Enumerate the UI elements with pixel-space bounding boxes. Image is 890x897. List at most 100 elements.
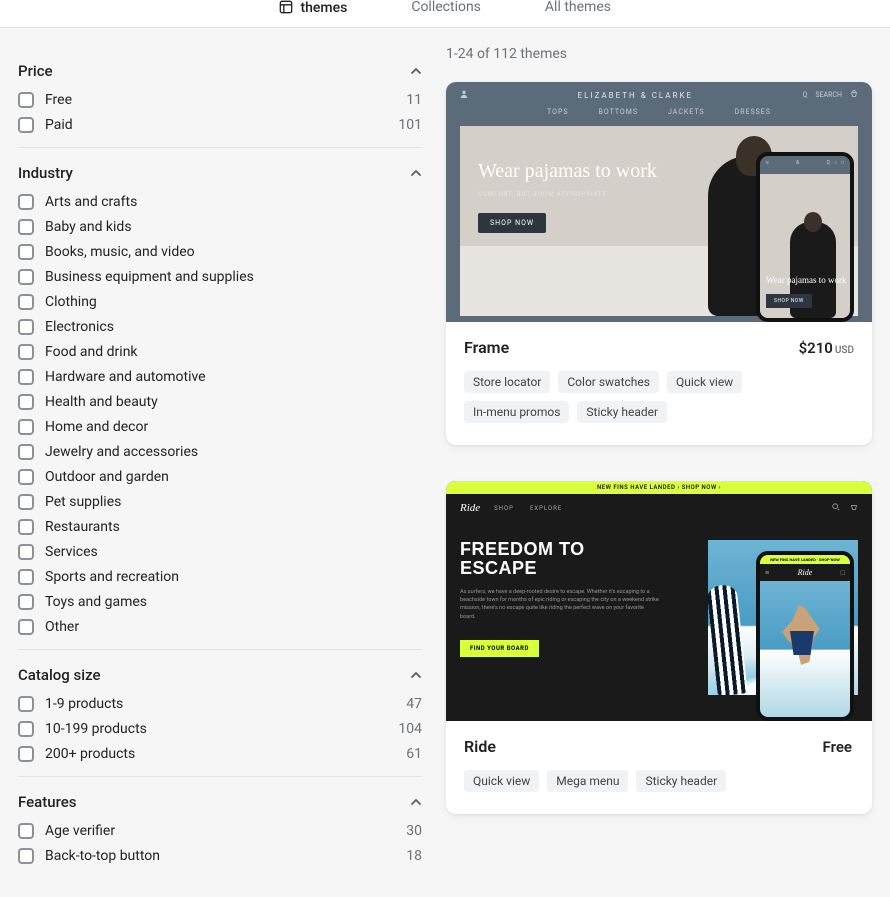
- nav-themes-label: themes: [300, 0, 347, 16]
- preview-banner: NEW FINS HAVE LANDED › SHOP NOW ›: [446, 481, 872, 494]
- filter-option[interactable]: Food and drink: [18, 344, 422, 360]
- nav-all-themes[interactable]: All themes: [545, 0, 611, 14]
- checkbox[interactable]: [18, 92, 34, 108]
- theme-preview-ride: NEW FINS HAVE LANDED › SHOP NOW › Ride S…: [446, 481, 872, 721]
- preview-mobile: ≡ & Q○□ Wear pajamas to work SHOP NOW: [756, 152, 854, 322]
- theme-tag: Quick view: [667, 371, 742, 393]
- checkbox[interactable]: [18, 244, 34, 260]
- filter-option-label: Electronics: [45, 319, 114, 335]
- theme-card-ride[interactable]: NEW FINS HAVE LANDED › SHOP NOW › Ride S…: [446, 481, 872, 814]
- checkbox[interactable]: [18, 469, 34, 485]
- filter-option-label: 200+ products: [45, 746, 135, 762]
- checkbox[interactable]: [18, 594, 34, 610]
- checkbox[interactable]: [18, 544, 34, 560]
- preview-menu-item: EXPLORE: [530, 505, 562, 512]
- checkbox[interactable]: [18, 369, 34, 385]
- theme-tag: Mega menu: [547, 770, 628, 792]
- checkbox[interactable]: [18, 519, 34, 535]
- filter-option-label: Baby and kids: [45, 219, 132, 235]
- preview-mobile: NEW FINS HAVE LANDED · SHOP NOW ≡ Ride □: [756, 551, 854, 721]
- filter-option[interactable]: Toys and games: [18, 594, 422, 610]
- filter-option-count: 47: [406, 696, 422, 712]
- filter-option-label: Food and drink: [45, 344, 138, 360]
- checkbox[interactable]: [18, 394, 34, 410]
- filter-section-features: Features Age verifier30 Back-to-top butto…: [18, 777, 422, 878]
- person-icon: [460, 90, 468, 100]
- filter-option[interactable]: Services: [18, 544, 422, 560]
- filter-option[interactable]: Arts and crafts: [18, 194, 422, 210]
- filter-option[interactable]: Free11: [18, 92, 422, 108]
- search-icon: [832, 503, 840, 513]
- filter-option[interactable]: Electronics: [18, 319, 422, 335]
- theme-name: Frame: [464, 338, 509, 357]
- checkbox[interactable]: [18, 117, 34, 133]
- cart-icon: [850, 503, 858, 513]
- checkbox[interactable]: [18, 319, 34, 335]
- top-nav: themes Collections All themes: [0, 0, 890, 28]
- filter-option[interactable]: Health and beauty: [18, 394, 422, 410]
- filter-option-label: Books, music, and video: [45, 244, 195, 260]
- filter-header-price[interactable]: Price: [18, 62, 422, 80]
- filter-header-industry[interactable]: Industry: [18, 164, 422, 182]
- filter-option[interactable]: Business equipment and supplies: [18, 269, 422, 285]
- filter-option-label: Toys and games: [45, 594, 147, 610]
- filter-option[interactable]: Hardware and automotive: [18, 369, 422, 385]
- filter-option[interactable]: Books, music, and video: [18, 244, 422, 260]
- filter-option-label: Hardware and automotive: [45, 369, 206, 385]
- checkbox[interactable]: [18, 294, 34, 310]
- checkbox[interactable]: [18, 444, 34, 460]
- checkbox[interactable]: [18, 721, 34, 737]
- preview-menu-item: TOPS: [547, 108, 568, 116]
- checkbox[interactable]: [18, 746, 34, 762]
- filter-option[interactable]: 1-9 products47: [18, 696, 422, 712]
- checkbox[interactable]: [18, 696, 34, 712]
- preview-brand: ELIZABETH & CLARKE: [578, 91, 693, 100]
- filter-option[interactable]: Clothing: [18, 294, 422, 310]
- nav-themes[interactable]: themes: [279, 0, 347, 15]
- theme-price: $210USD: [799, 339, 854, 357]
- filter-option[interactable]: Paid101: [18, 117, 422, 133]
- theme-tag: Sticky header: [577, 401, 667, 423]
- preview-search-label: SEARCH: [815, 91, 842, 99]
- filter-option[interactable]: Pet supplies: [18, 494, 422, 510]
- filter-header-catalog[interactable]: Catalog size: [18, 666, 422, 684]
- preview-mobile-brand: Ride: [798, 568, 813, 577]
- filter-option-label: Arts and crafts: [45, 194, 137, 210]
- filter-section-catalog: Catalog size 1-9 products47 10-199 produc…: [18, 650, 422, 777]
- filter-option[interactable]: Jewelry and accessories: [18, 444, 422, 460]
- filter-header-features[interactable]: Features: [18, 793, 422, 811]
- filter-option[interactable]: Outdoor and garden: [18, 469, 422, 485]
- filter-option[interactable]: 200+ products 61: [18, 746, 422, 762]
- checkbox[interactable]: [18, 569, 34, 585]
- filter-option[interactable]: Age verifier30: [18, 823, 422, 839]
- filter-option[interactable]: Restaurants: [18, 519, 422, 535]
- checkbox[interactable]: [18, 494, 34, 510]
- checkbox[interactable]: [18, 269, 34, 285]
- theme-card-frame[interactable]: ELIZABETH & CLARKE QSEARCH TOPS BOTTOMS …: [446, 82, 872, 445]
- checkbox[interactable]: [18, 344, 34, 360]
- filter-option-label: Free: [45, 92, 72, 108]
- preview-mobile-banner: NEW FINS HAVE LANDED · SHOP NOW: [760, 555, 850, 564]
- checkbox[interactable]: [18, 194, 34, 210]
- preview-menu-item: BOTTOMS: [599, 108, 638, 116]
- checkbox[interactable]: [18, 823, 34, 839]
- filter-option[interactable]: Baby and kids: [18, 219, 422, 235]
- checkbox[interactable]: [18, 419, 34, 435]
- filter-option[interactable]: 10-199 products104: [18, 721, 422, 737]
- checkbox[interactable]: [18, 619, 34, 635]
- preview-mobile-cta: SHOP NOW: [766, 294, 812, 308]
- theme-price: Free: [823, 738, 854, 756]
- filter-option[interactable]: Other: [18, 619, 422, 635]
- checkbox[interactable]: [18, 848, 34, 864]
- filter-option[interactable]: Back-to-top button18: [18, 848, 422, 864]
- theme-tag: Store locator: [464, 371, 550, 393]
- nav-collections[interactable]: Collections: [411, 0, 481, 14]
- preview-mobile-headline: Wear pajamas to work: [766, 275, 847, 286]
- checkbox[interactable]: [18, 219, 34, 235]
- filter-option-label: Pet supplies: [45, 494, 121, 510]
- filter-option-count: 61: [406, 746, 422, 762]
- filter-option[interactable]: Sports and recreation: [18, 569, 422, 585]
- filter-option[interactable]: Home and decor: [18, 419, 422, 435]
- filter-option-label: 10-199 products: [45, 721, 147, 737]
- theme-tags: Store locatorColor swatchesQuick viewIn-…: [464, 371, 854, 423]
